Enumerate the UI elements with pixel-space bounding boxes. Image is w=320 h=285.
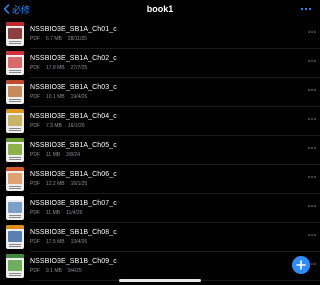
file-meta: PDF 17.5 MB 13/4/26 xyxy=(30,239,87,245)
file-meta: PDF 11 MB 2/8/24 xyxy=(30,152,80,158)
ellipsis-icon[interactable] xyxy=(308,233,316,237)
file-thumbnail xyxy=(6,167,24,191)
file-type: PDF xyxy=(30,94,40,100)
file-meta: PDF 6.7 MB 28/11/25 xyxy=(30,36,87,42)
page-title: book1 xyxy=(146,4,174,14)
file-date: 9/4/25 xyxy=(67,268,82,274)
file-type: PDF xyxy=(30,268,40,274)
file-list: NSSBIO3E_SB1A_Ch01_c PDF 6.7 MB 28/11/25 NSS… xyxy=(0,20,320,281)
file-row[interactable]: NSSBIO3E_SB1B_Ch07_c PDF 11 MB 11/4/26 xyxy=(0,194,320,223)
file-row[interactable]: NSSBIO3E_SB1B_Ch08_c PDF 17.5 MB 13/4/26 xyxy=(0,223,320,252)
file-type: PDF xyxy=(30,65,40,71)
file-date: 27/7/25 xyxy=(70,65,88,71)
file-thumbnail xyxy=(6,22,24,46)
file-type: PDF xyxy=(30,239,40,245)
file-date: 11/4/26 xyxy=(66,210,83,216)
file-name: NSSBIO3E_SB1A_Ch01_c xyxy=(30,26,117,33)
ellipsis-icon[interactable] xyxy=(308,30,316,34)
file-row[interactable]: NSSBIO3E_SB1A_Ch04_c PDF 7.3 MB 16/1/26 xyxy=(0,107,320,136)
file-thumbnail xyxy=(6,109,24,133)
file-row[interactable]: NSSBIO3E_SB1A_Ch02_c PDF 17.8 MB 27/7/25 xyxy=(0,49,320,78)
file-date: 16/1/26 xyxy=(67,123,85,129)
file-row[interactable]: NSSBIO3E_SB1A_Ch05_c PDF 11 MB 2/8/24 xyxy=(0,136,320,165)
add-button[interactable] xyxy=(292,256,310,274)
file-name: NSSBIO3E_SB1A_Ch03_c xyxy=(30,84,117,91)
file-name: NSSBIO3E_SB1A_Ch02_c xyxy=(30,55,117,62)
file-meta: PDF 9.1 MB 9/4/25 xyxy=(30,268,82,274)
file-thumbnail xyxy=(6,51,24,75)
file-name: NSSBIO3E_SB1B_Ch07_c xyxy=(30,200,117,207)
file-name: NSSBIO3E_SB1A_Ch05_c xyxy=(30,142,117,149)
ellipsis-icon[interactable] xyxy=(308,146,316,150)
file-size: 7.3 MB xyxy=(46,123,62,129)
file-thumbnail xyxy=(6,196,24,220)
ellipsis-icon[interactable] xyxy=(308,175,316,179)
ellipsis-icon[interactable] xyxy=(300,4,312,14)
file-thumbnail xyxy=(6,254,24,278)
file-date: 16/1/25 xyxy=(70,181,88,187)
file-size: 11 MB xyxy=(46,152,61,158)
file-row[interactable]: NSSBIO3E_SB1A_Ch06_c PDF 12.2 MB 16/1/25 xyxy=(0,165,320,194)
ellipsis-icon[interactable] xyxy=(308,88,316,92)
file-meta: PDF 10.1 MB 19/4/26 xyxy=(30,94,87,100)
file-size: 17.5 MB xyxy=(46,239,65,245)
file-row[interactable]: NSSBIO3E_SB1A_Ch01_c PDF 6.7 MB 28/11/25 xyxy=(0,20,320,49)
file-type: PDF xyxy=(30,36,40,42)
file-size: 10.1 MB xyxy=(46,94,65,100)
navigation-bar: 必修 book1 xyxy=(0,0,320,18)
file-type: PDF xyxy=(30,181,40,187)
file-row[interactable]: NSSBIO3E_SB1A_Ch03_c PDF 10.1 MB 19/4/26 xyxy=(0,78,320,107)
file-size: 11 MB xyxy=(46,210,61,216)
file-thumbnail xyxy=(6,225,24,249)
ellipsis-icon[interactable] xyxy=(308,204,316,208)
ellipsis-icon[interactable] xyxy=(308,117,316,121)
file-date: 13/4/26 xyxy=(70,239,88,245)
file-type: PDF xyxy=(30,123,40,129)
ellipsis-icon[interactable] xyxy=(308,59,316,63)
file-date: 28/11/25 xyxy=(67,36,87,42)
file-name: NSSBIO3E_SB1A_Ch06_c xyxy=(30,171,117,178)
file-size: 9.1 MB xyxy=(46,268,62,274)
file-size: 17.8 MB xyxy=(46,65,65,71)
file-row[interactable]: NSSBIO3E_SB1B_Ch09_c PDF 9.1 MB 9/4/25 xyxy=(0,252,320,281)
file-type: PDF xyxy=(30,210,40,216)
file-type: PDF xyxy=(30,152,40,158)
file-size: 12.2 MB xyxy=(46,181,65,187)
file-name: NSSBIO3E_SB1B_Ch09_c xyxy=(30,258,117,265)
plus-icon xyxy=(296,260,306,270)
file-date: 19/4/26 xyxy=(70,94,88,100)
file-date: 2/8/24 xyxy=(66,152,80,158)
file-meta: PDF 17.8 MB 27/7/25 xyxy=(30,65,87,71)
file-thumbnail xyxy=(6,138,24,162)
file-size: 6.7 MB xyxy=(46,36,62,42)
file-name: NSSBIO3E_SB1A_Ch04_c xyxy=(30,113,117,120)
file-thumbnail xyxy=(6,80,24,104)
file-meta: PDF 11 MB 11/4/26 xyxy=(30,210,82,216)
file-name: NSSBIO3E_SB1B_Ch08_c xyxy=(30,229,117,236)
home-indicator xyxy=(119,279,201,282)
file-meta: PDF 12.2 MB 16/1/25 xyxy=(30,181,87,187)
file-meta: PDF 7.3 MB 16/1/26 xyxy=(30,123,85,129)
